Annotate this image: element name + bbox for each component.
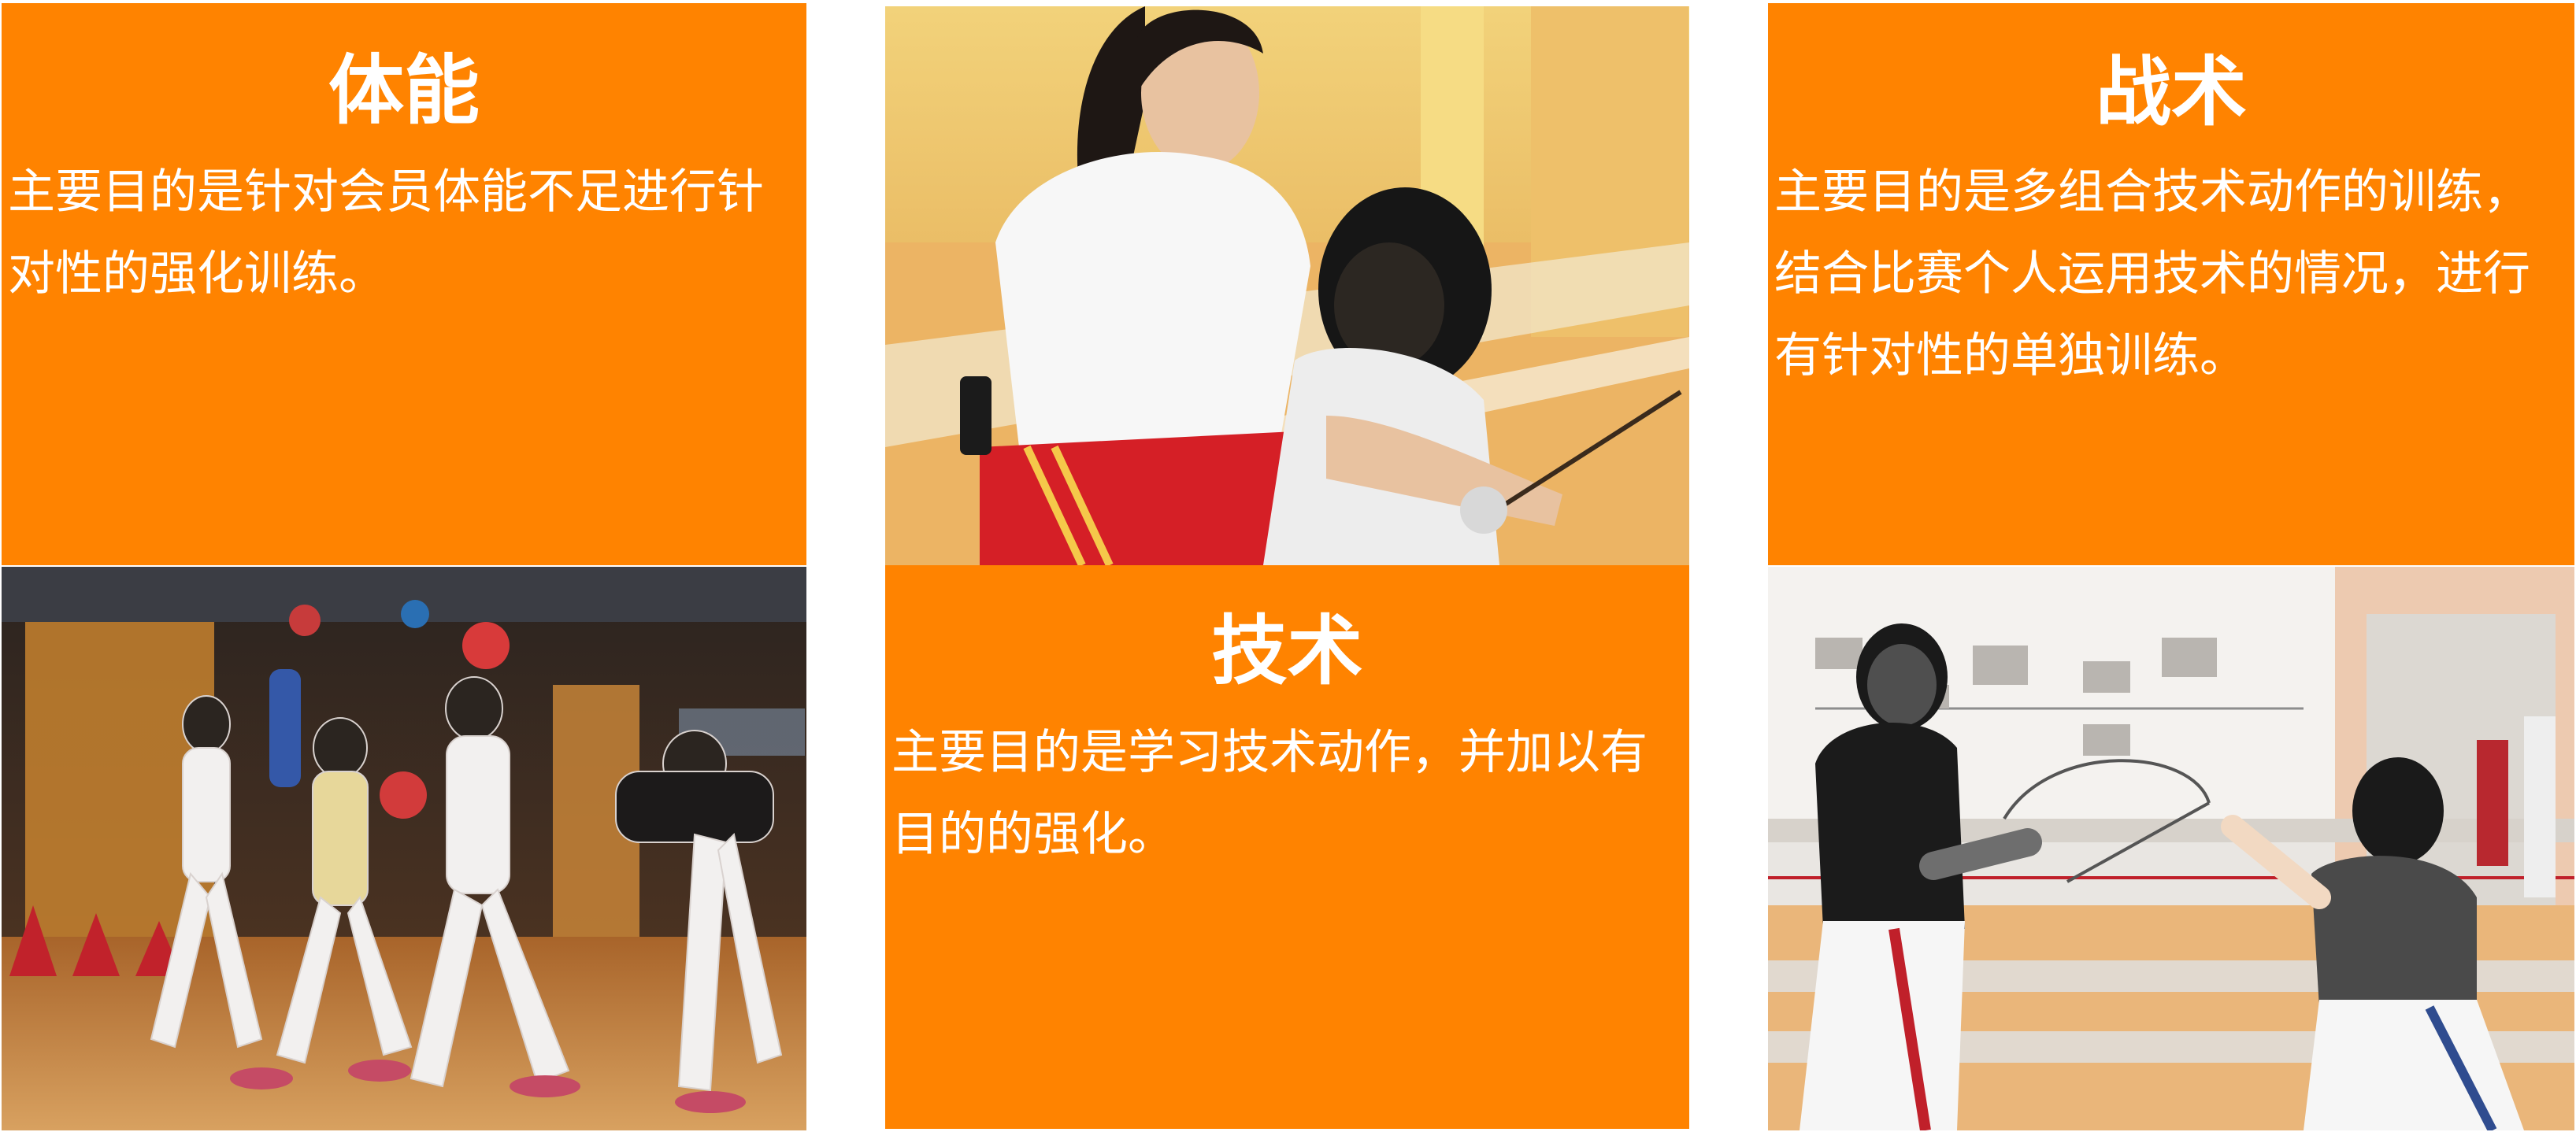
panel-title-physical: 体能 <box>328 46 480 135</box>
panel-title-technique: 技术 <box>1211 607 1363 695</box>
children-training-photo-illustration <box>2 567 806 1130</box>
physical-training-panel: 体能 主要目的是针对会员体能不足进行针对性的强化训练。 <box>2 3 806 565</box>
panel-title-tactics: 战术 <box>2096 48 2247 136</box>
panel-description-tactics: 主要目的是多组合技术动作的训练，结合比赛个人运用技术的情况，进行有针对性的单独训… <box>1774 165 2530 383</box>
coach-photo <box>885 6 1689 565</box>
children-training-photo <box>2 567 806 1130</box>
sparring-photo-illustration <box>1768 567 2574 1130</box>
coach-photo-illustration <box>885 6 1689 565</box>
panel-description-physical: 主要目的是针对会员体能不足进行针对性的强化训练。 <box>8 165 764 301</box>
tactics-panel: 战术 主要目的是多组合技术动作的训练，结合比赛个人运用技术的情况，进行有针对性的… <box>1768 3 2574 565</box>
technique-panel: 技术 主要目的是学习技术动作，并加以有目的的强化。 <box>885 565 1689 1129</box>
sparring-photo <box>1768 567 2574 1130</box>
panel-description-technique: 主要目的是学习技术动作，并加以有目的的强化。 <box>891 725 1648 862</box>
